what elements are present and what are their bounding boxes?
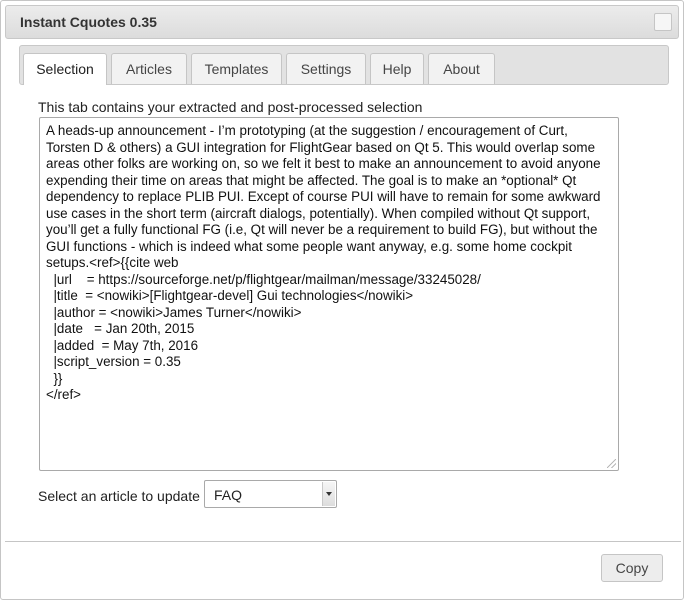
tab-help[interactable]: Help	[370, 53, 424, 84]
article-select-value: FAQ	[214, 487, 243, 503]
instant-cquotes-dialog: Instant Cquotes 0.35 Selection Articles …	[0, 0, 684, 600]
dialog-title: Instant Cquotes 0.35	[20, 14, 157, 30]
selection-textarea[interactable]: A heads-up announcement - I’m prototypin…	[39, 117, 619, 471]
tab-articles[interactable]: Articles	[111, 53, 187, 84]
tab-bar: Selection Articles Templates Settings He…	[19, 45, 669, 85]
tab-settings[interactable]: Settings	[286, 53, 366, 84]
selection-intro-text: This tab contains your extracted and pos…	[38, 99, 423, 115]
tab-templates[interactable]: Templates	[191, 53, 282, 84]
article-select-label: Select an article to update	[38, 488, 200, 504]
footer-divider	[5, 541, 681, 542]
chevron-down-icon[interactable]	[322, 482, 335, 506]
tab-selection[interactable]: Selection	[23, 53, 107, 85]
article-select-dropdown[interactable]: FAQ	[204, 480, 337, 508]
copy-button[interactable]: Copy	[601, 554, 663, 582]
tab-about[interactable]: About	[428, 53, 495, 84]
title-bar[interactable]: Instant Cquotes 0.35	[5, 5, 679, 39]
selection-textarea-content[interactable]: A heads-up announcement - I’m prototypin…	[46, 123, 614, 404]
close-button[interactable]	[654, 13, 672, 31]
resize-grip-icon[interactable]	[607, 459, 616, 468]
